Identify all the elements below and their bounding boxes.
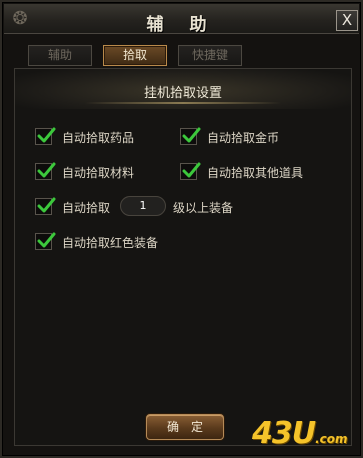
checkbox-pickup-medicine[interactable] [35,127,56,145]
site-watermark: 43U.com [252,416,360,452]
banner-glow [85,102,281,104]
option-pickup-red-equipment[interactable]: 自动拾取红色装备 [35,232,185,252]
close-button[interactable]: X [336,10,358,31]
tab-pickup[interactable]: 拾取 [103,45,167,66]
checkmark-icon [37,162,56,178]
option-pickup-medicine[interactable]: 自动拾取药品 [35,127,165,147]
option-pickup-materials[interactable]: 自动拾取材料 [35,162,165,182]
checkbox-pickup-level-equipment[interactable] [35,197,56,215]
assist-window: ❂ 辅 助 X 辅助 拾取 快捷键 挂机拾取设置 自动拾取药品 自动拾取金币 自… [0,0,363,458]
checkbox-pickup-red-equipment[interactable] [35,232,56,250]
tab-hotkeys[interactable]: 快捷键 [178,45,242,66]
option-label: 自动拾取其他道具 [207,166,304,180]
option-pickup-gold[interactable]: 自动拾取金币 [180,127,330,147]
checkmark-icon [182,162,201,178]
option-label: 自动拾取金币 [207,131,280,145]
confirm-button[interactable]: 确定 [146,414,224,440]
watermark-suffix: .com [315,432,348,446]
option-pickup-other-items[interactable]: 自动拾取其他道具 [180,162,340,182]
checkbox-pickup-gold[interactable] [180,127,201,145]
option-label: 自动拾取红色装备 [62,236,159,250]
checkbox-pickup-materials[interactable] [35,162,56,180]
section-banner: 挂机拾取设置 [15,69,351,109]
title-bar[interactable]: ❂ 辅 助 X [4,4,359,35]
option-label: 自动拾取材料 [62,166,135,180]
checkmark-icon [37,127,56,143]
checkbox-pickup-other-items[interactable] [180,162,201,180]
section-title: 挂机拾取设置 [143,86,222,101]
checkmark-icon [37,197,56,213]
checkmark-icon [37,232,56,248]
window-title: 辅 助 [146,15,217,35]
option-label: 自动拾取 [62,201,111,215]
tab-assist[interactable]: 辅助 [28,45,92,66]
level-suffix-label: 级以上装备 [173,201,234,215]
pickup-settings-panel: 挂机拾取设置 [14,68,352,446]
watermark-main: 43U [252,416,316,451]
equipment-level-input[interactable]: 1 [120,196,166,216]
checkmark-icon [182,127,201,143]
option-label: 自动拾取药品 [62,131,135,145]
option-pickup-level-equipment[interactable]: 自动拾取 [35,197,115,217]
